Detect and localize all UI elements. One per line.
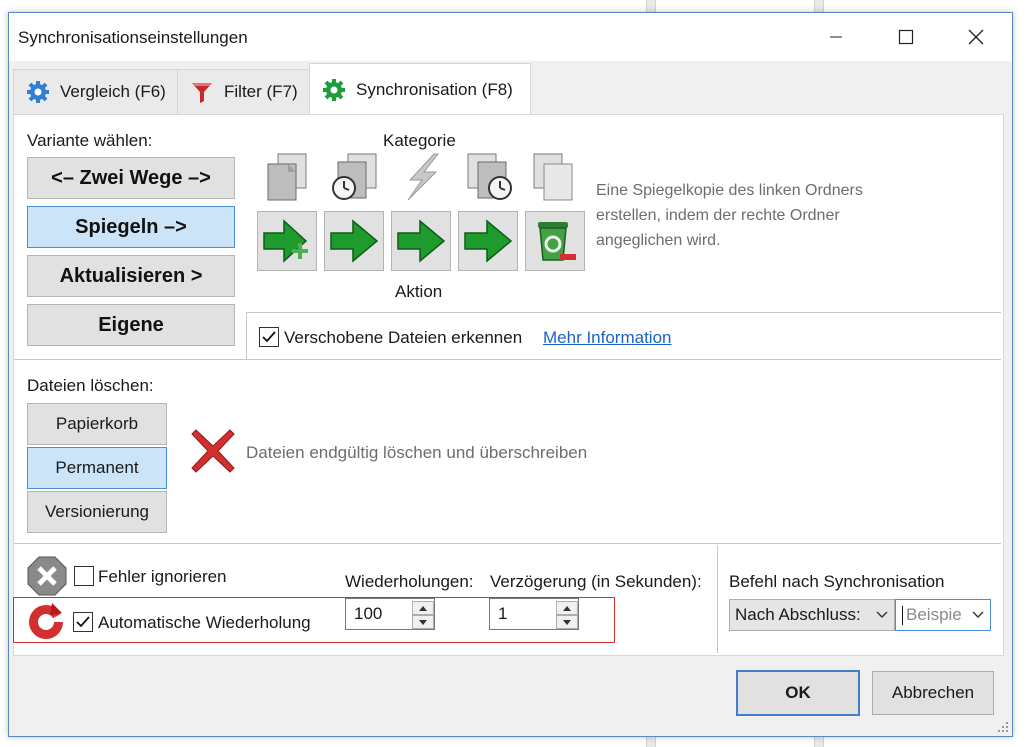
ignore-errors-label: Fehler ignorieren xyxy=(98,567,227,586)
tab-label: Vergleich (F6) xyxy=(60,82,166,101)
arrow-plus-icon xyxy=(263,219,308,263)
action-overwrite-right-button[interactable] xyxy=(458,211,518,271)
tab-filter[interactable]: Filter (F7) xyxy=(177,69,310,114)
delete-x-icon xyxy=(190,428,236,479)
spin-up-button[interactable] xyxy=(556,601,578,615)
text-cursor xyxy=(902,606,903,625)
detect-moved-label: Verschobene Dateien erkennen xyxy=(284,328,523,347)
ok-button[interactable]: OK xyxy=(736,670,860,716)
spin-down-button[interactable] xyxy=(412,615,434,629)
file-right-newer-icon xyxy=(464,152,516,207)
delete-versioning-button[interactable]: Versionierung xyxy=(27,491,167,533)
variant-heading: Variante wählen: xyxy=(27,131,153,150)
maximize-button[interactable] xyxy=(871,13,941,61)
category-label: Kategorie xyxy=(383,131,456,150)
chevron-down-icon xyxy=(419,619,427,625)
retries-label: Wiederholungen: xyxy=(345,572,474,591)
chevron-down-icon xyxy=(972,611,984,618)
file-left-only-icon xyxy=(264,152,312,207)
post-sync-condition-value: Nach Abschluss: xyxy=(735,605,861,624)
retries-spinner[interactable]: 100 xyxy=(345,598,435,630)
window-title: Synchronisationseinstellungen xyxy=(18,28,248,47)
error-ignore-icon xyxy=(27,556,67,601)
cancel-button[interactable]: Abbrechen xyxy=(872,671,994,715)
chevron-up-icon xyxy=(419,605,427,611)
tab-label: Filter (F7) xyxy=(224,82,298,101)
action-delete-right-button[interactable] xyxy=(525,211,585,271)
file-right-only-icon xyxy=(530,152,578,207)
post-sync-command-placeholder: Beispie xyxy=(906,605,962,624)
tab-vergleich[interactable]: Vergleich (F6) xyxy=(13,69,178,114)
spin-up-button[interactable] xyxy=(412,601,434,615)
delete-heading: Dateien löschen: xyxy=(27,376,154,395)
action-create-left-button[interactable] xyxy=(257,211,317,271)
variant-description: Eine Spiegelkopie des linken Ordners ers… xyxy=(596,182,863,249)
ignore-errors-checkbox[interactable] xyxy=(74,566,94,586)
settings-dialog: Synchronisationseinstellungen Vergleich … xyxy=(8,12,1013,737)
detect-moved-checkbox[interactable] xyxy=(259,327,279,347)
variant-update-button[interactable]: Aktualisieren > xyxy=(27,255,235,297)
more-info-link[interactable]: Mehr Information xyxy=(543,328,672,348)
arrow-right-icon xyxy=(397,219,446,263)
retry-icon xyxy=(26,601,66,646)
delay-label: Verzögerung (in Sekunden): xyxy=(490,572,702,591)
divider xyxy=(14,359,1001,360)
divider xyxy=(14,543,1001,544)
close-button[interactable] xyxy=(941,13,1011,61)
divider xyxy=(246,312,1001,313)
retries-value: 100 xyxy=(354,604,383,623)
checkmark-icon xyxy=(262,331,276,343)
post-sync-label: Befehl nach Synchronisation xyxy=(729,572,945,591)
delay-value: 1 xyxy=(498,604,508,623)
chevron-down-icon xyxy=(876,611,888,618)
spin-down-button[interactable] xyxy=(556,615,578,629)
gear-green-icon xyxy=(322,78,346,102)
action-label: Aktion xyxy=(395,282,443,301)
chevron-down-icon xyxy=(563,619,571,625)
post-sync-command-input[interactable]: Beispie xyxy=(895,599,991,631)
arrow-right-icon xyxy=(330,219,379,263)
delete-description: Dateien endgültig löschen und überschrei… xyxy=(246,443,588,462)
minimize-button[interactable] xyxy=(801,13,871,61)
delete-recycle-button[interactable]: Papierkorb xyxy=(27,403,167,445)
divider xyxy=(246,312,247,359)
auto-retry-label: Automatische Wiederholung xyxy=(98,613,311,632)
tab-label: Synchronisation (F8) xyxy=(356,80,513,99)
variant-mirror-button[interactable]: Spiegeln –> xyxy=(27,206,235,248)
maximize-icon xyxy=(898,29,914,45)
checkmark-icon xyxy=(76,616,90,628)
tab-bar: Vergleich (F6) Filter (F7) Synchronisati… xyxy=(9,63,1012,116)
file-left-newer-icon xyxy=(330,152,382,207)
recycle-bin-icon xyxy=(538,222,576,261)
lightning-icon xyxy=(398,152,446,207)
minimize-icon xyxy=(830,36,842,38)
gear-icon xyxy=(26,80,50,104)
variant-two-way-button[interactable]: <– Zwei Wege –> xyxy=(27,157,235,199)
filter-icon xyxy=(190,80,214,104)
action-conflict-button[interactable] xyxy=(391,211,451,271)
close-icon xyxy=(968,29,984,45)
resize-grip-icon[interactable] xyxy=(997,721,1009,733)
post-sync-condition-select[interactable]: Nach Abschluss: xyxy=(729,599,895,631)
tab-synchronisation[interactable]: Synchronisation (F8) xyxy=(309,63,531,116)
arrow-right-icon xyxy=(464,219,513,263)
variant-custom-button[interactable]: Eigene xyxy=(27,304,235,346)
action-overwrite-left-button[interactable] xyxy=(324,211,384,271)
title-bar: Synchronisationseinstellungen xyxy=(9,13,1012,61)
delete-permanent-button[interactable]: Permanent xyxy=(27,447,167,489)
auto-retry-checkbox[interactable] xyxy=(73,612,93,632)
chevron-up-icon xyxy=(563,605,571,611)
divider xyxy=(717,545,718,653)
delay-spinner[interactable]: 1 xyxy=(489,598,579,630)
